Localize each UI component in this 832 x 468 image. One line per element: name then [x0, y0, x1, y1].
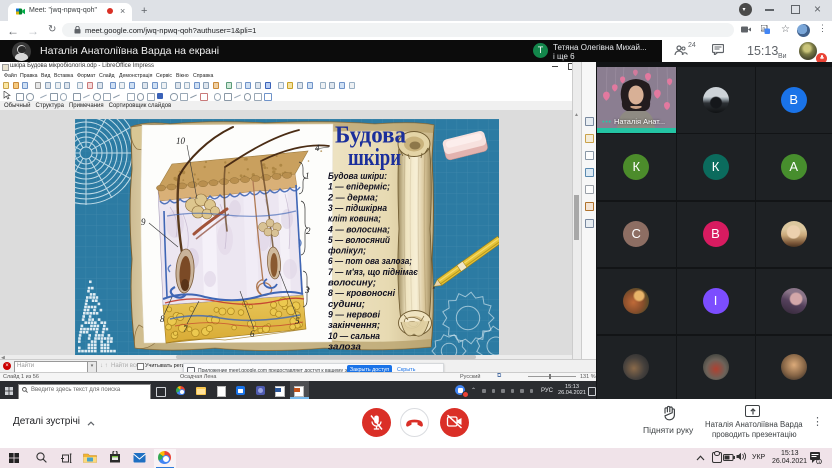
svg-text:6 — пот ова залоза;: 6 — пот ова залоза; — [328, 256, 412, 266]
svg-text:9 — нервові: 9 — нервові — [328, 310, 381, 320]
svg-text:9: 9 — [141, 217, 146, 227]
svg-text:шкіри: шкіри — [348, 145, 401, 171]
svg-text:4: 4 — [315, 143, 320, 153]
svg-text:2 — дерма;: 2 — дерма; — [327, 192, 378, 202]
svg-text:10: 10 — [176, 136, 186, 146]
svg-text:1: 1 — [305, 171, 310, 181]
svg-text:судини;: судини; — [328, 299, 365, 309]
svg-text:7 — м'яз, що піднімає: 7 — м'яз, що піднімає — [328, 267, 418, 277]
svg-text:1 — епідерміс;: 1 — епідерміс; — [328, 182, 390, 192]
svg-text:закінчення;: закінчення; — [328, 320, 380, 330]
svg-text:3: 3 — [304, 285, 310, 295]
svg-text:2: 2 — [306, 226, 311, 236]
svg-text:7: 7 — [183, 324, 188, 334]
svg-text:залоза: залоза — [328, 341, 361, 351]
svg-text:4 — волосина;: 4 — волосина; — [327, 224, 390, 234]
svg-text:волосину;: волосину; — [328, 278, 376, 288]
svg-text:кліт ковина;: кліт ковина; — [328, 214, 381, 224]
svg-text:3 — підшкірна: 3 — підшкірна — [328, 203, 387, 213]
svg-text:5 — волосяний: 5 — волосяний — [328, 235, 391, 245]
svg-text:8: 8 — [160, 314, 165, 324]
svg-text:8 — кровоносні: 8 — кровоносні — [328, 288, 396, 298]
svg-text:Будова шкіри:: Будова шкіри: — [328, 171, 387, 181]
svg-text:фолікул;: фолікул; — [328, 246, 366, 256]
svg-text:5: 5 — [295, 316, 300, 326]
svg-text:6: 6 — [250, 329, 255, 339]
svg-text:10 — сальна: 10 — сальна — [328, 331, 380, 341]
